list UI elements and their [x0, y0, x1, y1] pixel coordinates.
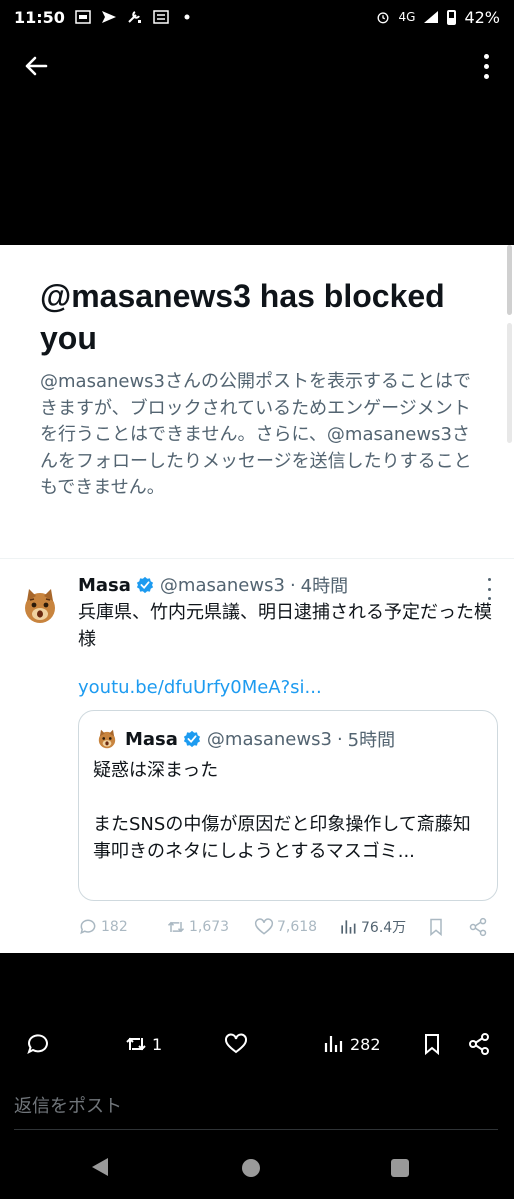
- more-dot-icon: [487, 587, 491, 591]
- author-name[interactable]: Masa: [78, 575, 131, 596]
- nav-back-icon[interactable]: [92, 1158, 108, 1176]
- more-dot-icon: [483, 53, 489, 59]
- status-bar: 11:50 4G 42%: [0, 0, 514, 34]
- nav-recents-icon[interactable]: [391, 1159, 409, 1177]
- repost-button[interactable]: 1: [124, 1032, 162, 1056]
- like-count: 7,618: [277, 919, 318, 935]
- signal-icon: [424, 11, 439, 23]
- alarm-icon: [377, 12, 388, 24]
- views-icon: [324, 1036, 343, 1052]
- view-count: 282: [350, 1034, 381, 1054]
- post-time[interactable]: 4時間: [301, 572, 348, 598]
- back-arrow-icon[interactable]: [20, 50, 52, 82]
- notification-icons: [75, 10, 195, 24]
- separator: ·: [289, 574, 296, 596]
- quote-text: 疑惑は深まった またSNSの中傷が原因だと印象操作して斎藤知事叩きのネタにしよう…: [93, 757, 485, 865]
- quote-header: Masa @masanews3 · 5時間: [125, 726, 395, 752]
- view-count: 76.4万: [361, 920, 407, 936]
- separator: ·: [336, 728, 343, 750]
- nav-home-icon[interactable]: [242, 1159, 260, 1177]
- reply-button[interactable]: 182: [78, 917, 128, 937]
- network-type: 4G: [398, 10, 416, 24]
- blocked-message: @masanews3さんの公開ポストを表示することはできますが、ブロックされてい…: [40, 371, 472, 498]
- heart-icon: [254, 918, 274, 935]
- cat-avatar-icon: [98, 729, 116, 749]
- more-dot-icon: [483, 63, 489, 69]
- more-dot-icon: [487, 578, 491, 581]
- repost-count: 1: [152, 1034, 163, 1054]
- views-icon: [341, 920, 356, 934]
- battery-icon: [447, 9, 457, 25]
- repost-button[interactable]: 1,673: [166, 917, 229, 937]
- quote-avatar: [95, 727, 119, 751]
- more-options-button[interactable]: [480, 50, 492, 82]
- reply-button[interactable]: [26, 1032, 50, 1056]
- reply-count: 182: [101, 919, 128, 935]
- status-time: 11:50: [14, 7, 65, 27]
- system-nav-bar: [0, 1150, 514, 1186]
- quoted-post[interactable]: Masa @masanews3 · 5時間 疑惑は深まった またSNSの中傷が原…: [78, 710, 498, 901]
- quote-author-name: Masa: [125, 728, 178, 750]
- repost-icon: [167, 921, 185, 933]
- verified-badge-icon: [183, 730, 201, 748]
- reply-icon: [80, 919, 96, 935]
- battery-level: 42%: [464, 7, 500, 27]
- verified-badge-icon: [136, 576, 154, 594]
- share-button[interactable]: [468, 917, 488, 937]
- share-icon: [469, 1033, 489, 1055]
- views-button[interactable]: 76.4万: [338, 917, 406, 937]
- scrollbar-thumb[interactable]: [507, 323, 512, 443]
- repost-count: 1,673: [189, 919, 230, 935]
- share-button[interactable]: [467, 1032, 491, 1056]
- quote-author-handle: @masanews3: [206, 728, 332, 750]
- views-button[interactable]: 282: [322, 1032, 381, 1056]
- reply-input[interactable]: 返信をポスト: [14, 1092, 498, 1130]
- top-nav: [0, 44, 514, 88]
- reply-icon: [27, 1034, 48, 1054]
- gallery-icon: [75, 10, 91, 24]
- quote-time: 5時間: [347, 730, 396, 751]
- blocked-title: @masanews3 has blocked you: [40, 278, 445, 356]
- author-handle[interactable]: @masanews3: [160, 575, 285, 596]
- like-button[interactable]: [224, 1032, 248, 1056]
- quote-line-2: またSNSの中傷が原因だと印象操作して斎藤知事叩きのネタにしようとするマスゴミ.…: [93, 814, 471, 862]
- blocked-sheet: @masanews3 has blocked you @masanews3さんの…: [0, 245, 514, 953]
- dot-icon: [184, 14, 190, 20]
- like-button[interactable]: 7,618: [254, 917, 317, 937]
- avatar[interactable]: [18, 584, 62, 628]
- tools-icon: [128, 11, 141, 23]
- post-link[interactable]: youtu.be/dfuUrfy0MeA?si...: [78, 677, 322, 698]
- send-icon: [101, 11, 116, 23]
- heart-icon: [225, 1033, 247, 1054]
- scrollbar-track[interactable]: [507, 245, 512, 315]
- cat-avatar-icon: [25, 589, 55, 623]
- more-dot-icon: [483, 73, 489, 79]
- bookmark-icon: [425, 1034, 439, 1056]
- repost-icon: [126, 1037, 146, 1051]
- share-icon: [469, 917, 487, 937]
- post-more-button[interactable]: [486, 578, 492, 600]
- bookmark-button[interactable]: [426, 917, 446, 937]
- bottom-action-bar: 1 282: [0, 1028, 514, 1064]
- post-header: Masa @masanews3 · 4時間: [78, 572, 478, 598]
- status-right: 4G 42%: [375, 7, 500, 27]
- bookmark-button[interactable]: [420, 1032, 444, 1056]
- post-actions: 182 1,673 7,618 76.4万: [78, 913, 494, 941]
- news-icon: [153, 10, 169, 24]
- divider: [0, 558, 514, 559]
- bookmark-icon: [430, 918, 442, 937]
- post-text: 兵庫県、竹内元県議、明日逮捕される予定だった模様: [78, 602, 492, 650]
- quote-line-1: 疑惑は深まった: [93, 760, 219, 781]
